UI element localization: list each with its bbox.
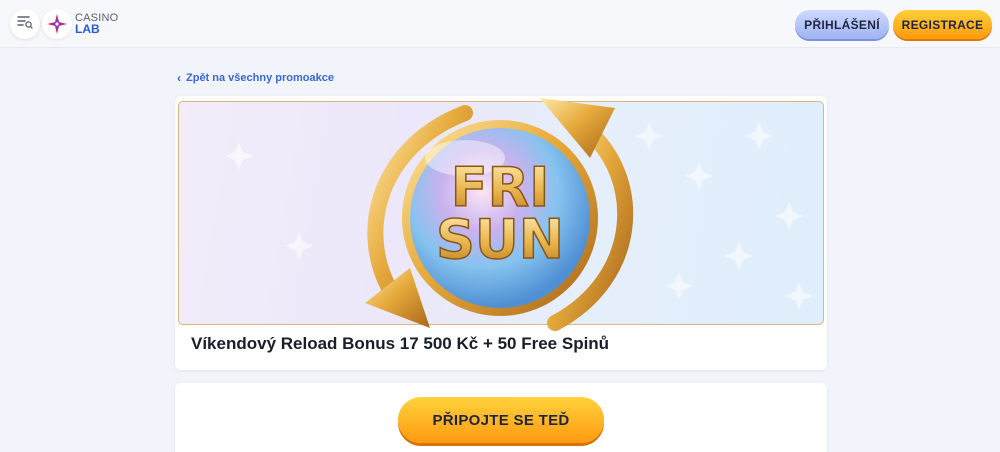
cta-card: PŘIPOJTE SE TEĎ [175, 383, 827, 452]
back-to-promotions-link[interactable]: ‹ Zpět na všechny promoakce [177, 71, 334, 85]
logo-text-lab: LAB [75, 22, 100, 36]
register-button[interactable]: REGISTRACE [893, 10, 992, 39]
chevron-left-icon: ‹ [177, 71, 181, 85]
login-button[interactable]: PŘIHLÁŠENÍ [795, 10, 889, 39]
top-header: CASINO LAB PŘIHLÁŠENÍ REGISTRACE [0, 0, 1000, 48]
join-now-button[interactable]: PŘIPOJTE SE TEĎ [398, 397, 604, 443]
fri-sun-orb-graphic: FRI SUN [355, 88, 645, 338]
orb-text-sun: SUN [436, 208, 564, 271]
menu-search-icon [17, 15, 33, 34]
casino-lab-logo[interactable]: CASINO LAB [42, 8, 118, 40]
menu-search-button[interactable] [10, 9, 40, 39]
star-logo-icon [42, 9, 72, 39]
back-link-label: Zpět na všechny promoakce [186, 72, 334, 84]
